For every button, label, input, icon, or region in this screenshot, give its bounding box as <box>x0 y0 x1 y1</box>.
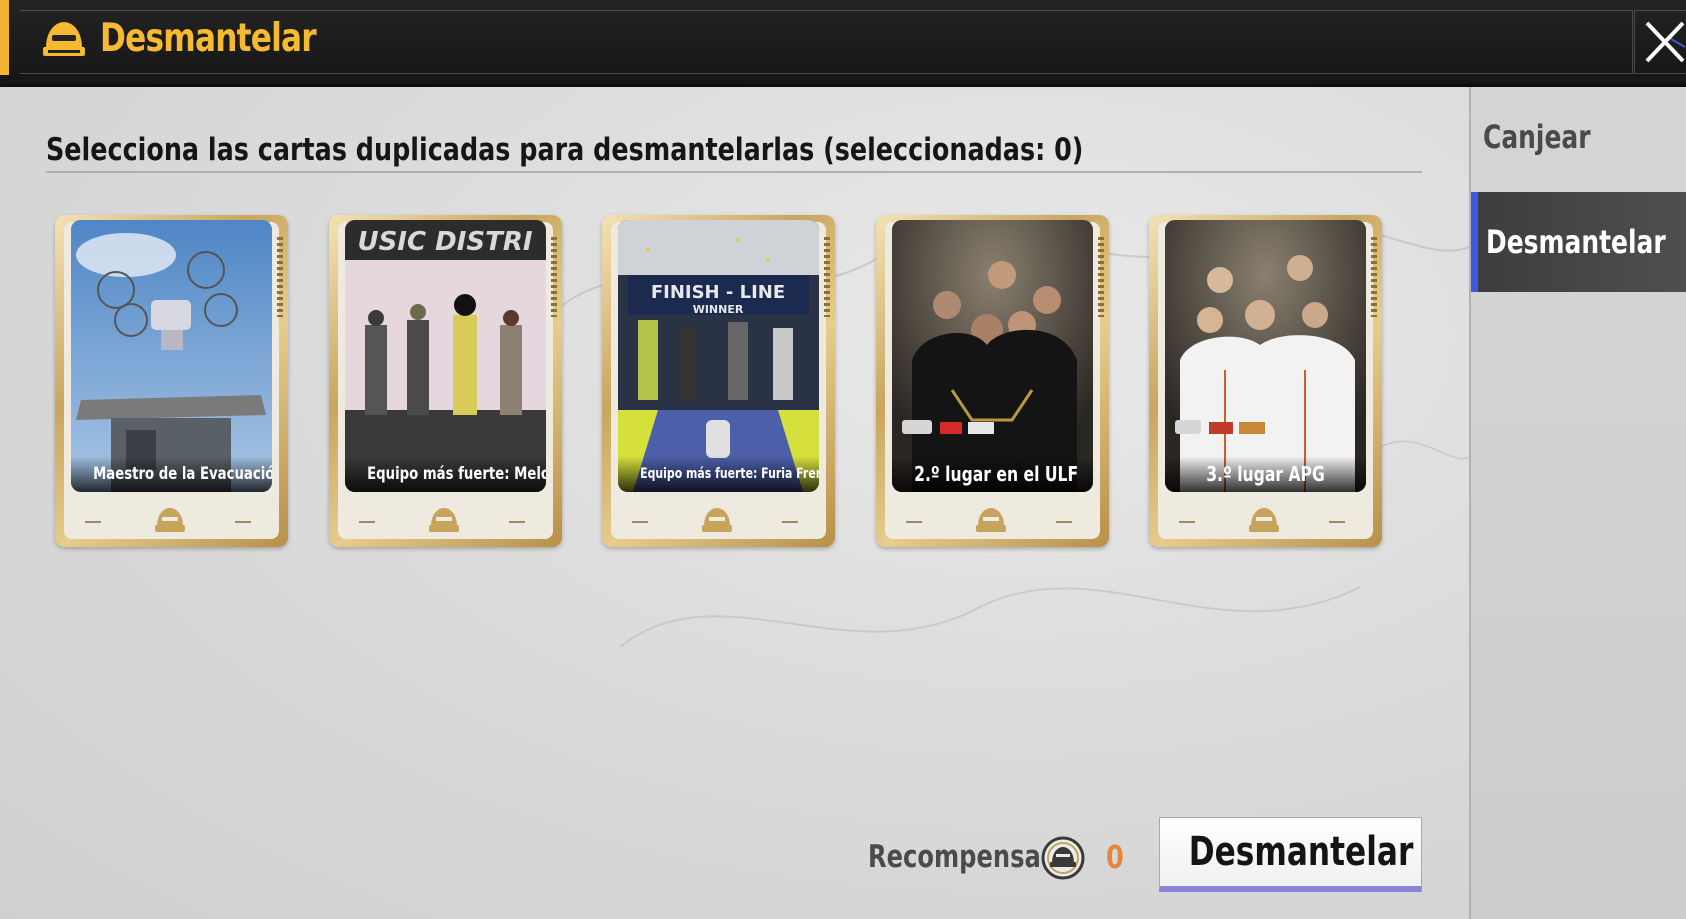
card-dash <box>1329 521 1345 523</box>
reward-label: Recompensa: <box>868 839 1051 875</box>
card-evacuation-master[interactable]: Maestro de la Evacuación <box>55 215 288 547</box>
close-icon[interactable] <box>1641 17 1686 67</box>
card-stripes <box>277 237 283 317</box>
card-dash <box>782 521 798 523</box>
tab-label[interactable]: Desmantelar <box>1486 217 1666 267</box>
card-title: 2.º lugar en el ULF <box>914 462 1079 486</box>
dismantle-button-label[interactable]: Desmantelar <box>1189 818 1414 887</box>
card-artwork-music-stage: USIC DISTRI Equipo más fuerte: Melodía <box>345 220 546 492</box>
instruction-divider <box>46 171 1422 173</box>
dismantle-button[interactable]: Desmantelar <box>1159 817 1422 892</box>
card-artwork-team-white: 3.º lugar APG <box>1165 220 1366 492</box>
close-button[interactable] <box>1634 10 1686 74</box>
card-apg-third-place[interactable]: 3.º lugar APG <box>1149 215 1382 547</box>
card-dash <box>85 521 101 523</box>
helmet-icon <box>155 508 185 532</box>
art-banner-subtext: WINNER <box>693 303 744 316</box>
tab-desmantelar[interactable]: Desmantelar <box>1471 192 1686 292</box>
tab-label[interactable]: Canjear <box>1483 112 1591 162</box>
card-dash <box>632 521 648 523</box>
card-dash <box>1179 521 1195 523</box>
helmet-icon <box>702 508 732 532</box>
helmet-icon <box>43 22 85 56</box>
sidebar: Canjear Desmantelar <box>1469 87 1686 919</box>
tab-canjear[interactable]: Canjear <box>1471 87 1686 187</box>
card-title: Equipo más fuerte: Melodía <box>367 464 546 484</box>
art-banner-text: FINISH - LINE <box>651 282 785 303</box>
card-stripes <box>1371 237 1377 317</box>
card-strongest-team-frenzy[interactable]: FINISH - LINE WINNER Equipo más fuerte: … <box>602 215 835 547</box>
helmet-icon <box>976 508 1006 532</box>
card-strongest-team-melody[interactable]: USIC DISTRI Equipo más fuerte: Melodía <box>329 215 562 547</box>
helmet-icon <box>429 508 459 532</box>
card-dash <box>509 521 525 523</box>
page-title: Desmantelar <box>100 16 317 61</box>
title-accent-bar <box>0 0 9 75</box>
card-artwork-finish-line: FINISH - LINE WINNER Equipo más fuerte: … <box>618 220 819 492</box>
card-title: Equipo más fuerte: Furia Frenética <box>640 466 819 482</box>
helmet-icon <box>1249 508 1279 532</box>
card-ulf-second-place[interactable]: 2.º lugar en el ULF <box>876 215 1109 547</box>
card-artwork-drone: Maestro de la Evacuación <box>71 220 272 492</box>
title-bar: Desmantelar <box>0 0 1686 87</box>
reward-value: 0 <box>1106 838 1124 876</box>
card-dash <box>359 521 375 523</box>
card-title: Maestro de la Evacuación <box>93 464 272 484</box>
card-artwork-team-dark: 2.º lugar en el ULF <box>892 220 1093 492</box>
card-title: 3.º lugar APG <box>1206 462 1325 486</box>
helmet-coin-icon <box>1041 836 1085 880</box>
dismantle-panel: Selecciona las cartas duplicadas para de… <box>0 87 1469 919</box>
card-stripes <box>551 237 557 317</box>
art-sign-text: USIC DISTRI <box>357 227 532 257</box>
card-dash <box>906 521 922 523</box>
card-stripes <box>824 237 830 317</box>
instruction-text: Selecciona las cartas duplicadas para de… <box>46 132 1084 168</box>
card-dash <box>1056 521 1072 523</box>
card-stripes <box>1098 237 1104 317</box>
card-dash <box>235 521 251 523</box>
